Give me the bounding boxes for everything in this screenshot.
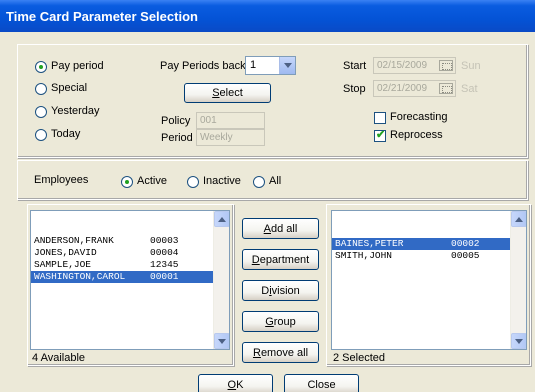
- reprocess-label: Reprocess: [390, 129, 443, 141]
- active-radio[interactable]: [121, 176, 133, 188]
- department-button[interactable]: Department: [242, 249, 319, 270]
- employee-name: SAMPLE,JOE: [34, 259, 92, 270]
- employee-name: SMITH,JOHN: [335, 250, 393, 261]
- available-list[interactable]: ANDERSON,FRANK 00003 JONES,DAVID 00004 SAMPL…: [30, 210, 230, 350]
- pay-period-radio[interactable]: [35, 61, 47, 73]
- title-bar: Time Card Parameter Selection: [0, 0, 535, 32]
- scroll-up-icon[interactable]: [214, 211, 229, 227]
- start-date-value: 02/15/2009: [377, 60, 428, 71]
- add-all-mnemonic: A: [263, 223, 272, 235]
- close-label: Close: [307, 379, 336, 391]
- dialog-body: Pay period Special Yesterday Today Pay P…: [0, 32, 535, 392]
- policy-label: Policy: [161, 115, 191, 127]
- period-value: Weekly: [200, 132, 233, 143]
- pay-period-label: Pay period: [51, 60, 104, 72]
- calendar-icon: [439, 83, 453, 94]
- employee-code: 00004: [150, 247, 179, 258]
- employee-code: 00003: [150, 235, 179, 246]
- group-button[interactable]: Group: [242, 311, 319, 332]
- available-rows: ANDERSON,FRANK 00003 JONES,DAVID 00004 SAMPL…: [31, 211, 229, 283]
- select-button[interactable]: Select: [184, 83, 271, 103]
- division-button[interactable]: Division: [242, 280, 319, 301]
- all-radio[interactable]: [253, 176, 265, 188]
- list-item[interactable]: SAMPLE,JOE 12345: [31, 259, 229, 271]
- start-label: Start: [343, 60, 367, 72]
- start-day: Sun: [461, 60, 481, 72]
- employee-name: BAINES,PETER: [335, 238, 404, 249]
- ok-mnemonic: O: [227, 379, 237, 391]
- selected-count: 2 Selected: [333, 352, 385, 364]
- forecasting-checkbox[interactable]: [374, 112, 386, 124]
- employee-code: 00001: [150, 271, 179, 282]
- chevron-down-icon[interactable]: [279, 57, 295, 74]
- all-label: All: [269, 175, 282, 187]
- selected-scrollbar[interactable]: [510, 211, 526, 349]
- checkmark-icon: ✔: [376, 129, 386, 141]
- today-label: Today: [51, 128, 81, 140]
- inactive-label: Inactive: [203, 175, 241, 187]
- select-button-rest: elect: [219, 87, 243, 99]
- reprocess-checkbox[interactable]: ✔: [374, 129, 386, 142]
- available-count: 4 Available: [32, 352, 86, 364]
- calendar-icon: [439, 60, 453, 71]
- available-scrollbar[interactable]: [213, 211, 229, 349]
- list-item[interactable]: ANDERSON,FRANK 00003: [31, 235, 229, 247]
- scroll-down-icon[interactable]: [511, 333, 526, 349]
- pay-periods-back-value: 1: [250, 59, 257, 71]
- inactive-radio[interactable]: [187, 176, 199, 188]
- employee-name: JONES,DAVID: [34, 247, 97, 258]
- stop-date-value: 02/21/2009: [377, 83, 428, 94]
- scroll-up-icon[interactable]: [511, 211, 526, 227]
- forecasting-label: Forecasting: [390, 111, 448, 123]
- division-pre: D: [261, 285, 270, 297]
- policy-field: 001: [196, 112, 265, 129]
- stop-date-field: 02/21/2009: [373, 80, 456, 97]
- period-field: Weekly: [196, 129, 265, 146]
- employee-code: 00005: [451, 250, 480, 261]
- close-button[interactable]: Close: [284, 374, 359, 392]
- active-label: Active: [137, 175, 167, 187]
- today-radio[interactable]: [35, 129, 47, 141]
- period-label: Period: [161, 132, 193, 144]
- yesterday-label: Yesterday: [51, 105, 100, 117]
- stop-label: Stop: [343, 83, 366, 95]
- select-button-mnemonic: S: [212, 87, 220, 99]
- department-mnemonic: D: [251, 254, 260, 266]
- employee-code: 00002: [451, 238, 480, 249]
- stop-day: Sat: [461, 83, 478, 95]
- ok-button[interactable]: OK: [198, 374, 273, 392]
- employees-label: Employees: [34, 174, 89, 186]
- pay-periods-back-select[interactable]: 1: [245, 56, 296, 75]
- add-all-rest: dd all: [271, 223, 298, 235]
- start-date-field: 02/15/2009: [373, 57, 456, 74]
- remove-all-mnemonic: R: [252, 347, 261, 359]
- scroll-down-icon[interactable]: [214, 333, 229, 349]
- group-rest: roup: [273, 316, 296, 328]
- department-rest: epartment: [259, 254, 310, 266]
- list-item[interactable]: BAINES,PETER 00002: [332, 238, 526, 250]
- policy-value: 001: [200, 115, 217, 126]
- employee-name: WASHINGTON,CAROL: [34, 271, 126, 282]
- add-all-button[interactable]: Add all: [242, 218, 319, 239]
- remove-all-button[interactable]: Remove all: [242, 342, 319, 363]
- remove-all-rest: emove all: [260, 347, 309, 359]
- division-rest: vision: [271, 285, 300, 297]
- group-mnemonic: G: [265, 316, 274, 328]
- list-item[interactable]: JONES,DAVID 00004: [31, 247, 229, 259]
- special-radio[interactable]: [35, 83, 47, 95]
- window-title: Time Card Parameter Selection: [6, 9, 198, 24]
- employee-code: 12345: [150, 259, 179, 270]
- employee-name: ANDERSON,FRANK: [34, 235, 114, 246]
- special-label: Special: [51, 82, 88, 94]
- yesterday-radio[interactable]: [35, 106, 47, 118]
- selected-list[interactable]: BAINES,PETER 00002 SMITH,JOHN 00005: [331, 210, 527, 350]
- list-item[interactable]: WASHINGTON,CAROL 00001: [31, 271, 229, 283]
- selected-rows: BAINES,PETER 00002 SMITH,JOHN 00005: [332, 211, 526, 262]
- ok-rest: K: [236, 379, 244, 391]
- list-item[interactable]: SMITH,JOHN 00005: [332, 250, 526, 262]
- pay-periods-back-label: Pay Periods back: [160, 60, 246, 72]
